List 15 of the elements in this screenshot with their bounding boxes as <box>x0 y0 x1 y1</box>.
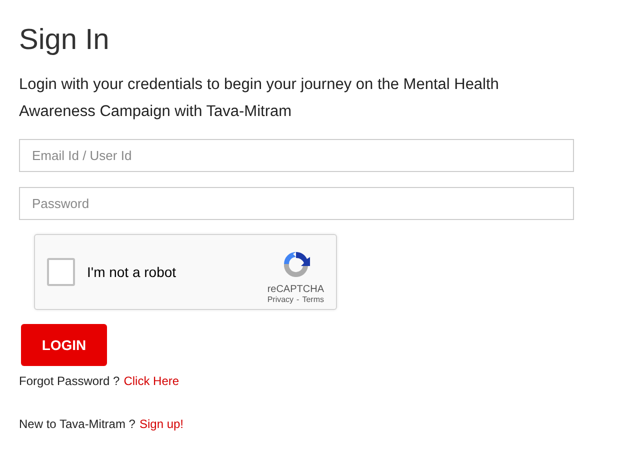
intro-text: Login with your credentials to begin your journey on the Mental Health Awareness Campaign with Tava-Mitram <box>19 75 500 122</box>
input-field[interactable]: Email Id / User Id <box>19 139 574 172</box>
input-field[interactable]: Password <box>19 187 574 220</box>
captcha-label: I'm not a robot <box>87 264 178 280</box>
separator-text: - <box>296 295 300 304</box>
forgot-password-text: Forgot Password ? <box>19 374 120 388</box>
sign-up-link[interactable]: Sign up! <box>139 417 184 431</box>
checkbox[interactable] <box>47 258 75 286</box>
privacy-link[interactable]: Privacy <box>267 295 294 304</box>
terms-link[interactable]: Terms <box>302 295 324 304</box>
captcha-brand: reCAPTCHA <box>267 284 324 295</box>
login-button[interactable]: LOGIN <box>21 324 107 366</box>
click-here-link[interactable]: Click Here <box>124 374 180 388</box>
page-title: Sign In <box>19 24 110 57</box>
signup-prompt-text: New to Tava-Mitram ? <box>19 417 136 431</box>
